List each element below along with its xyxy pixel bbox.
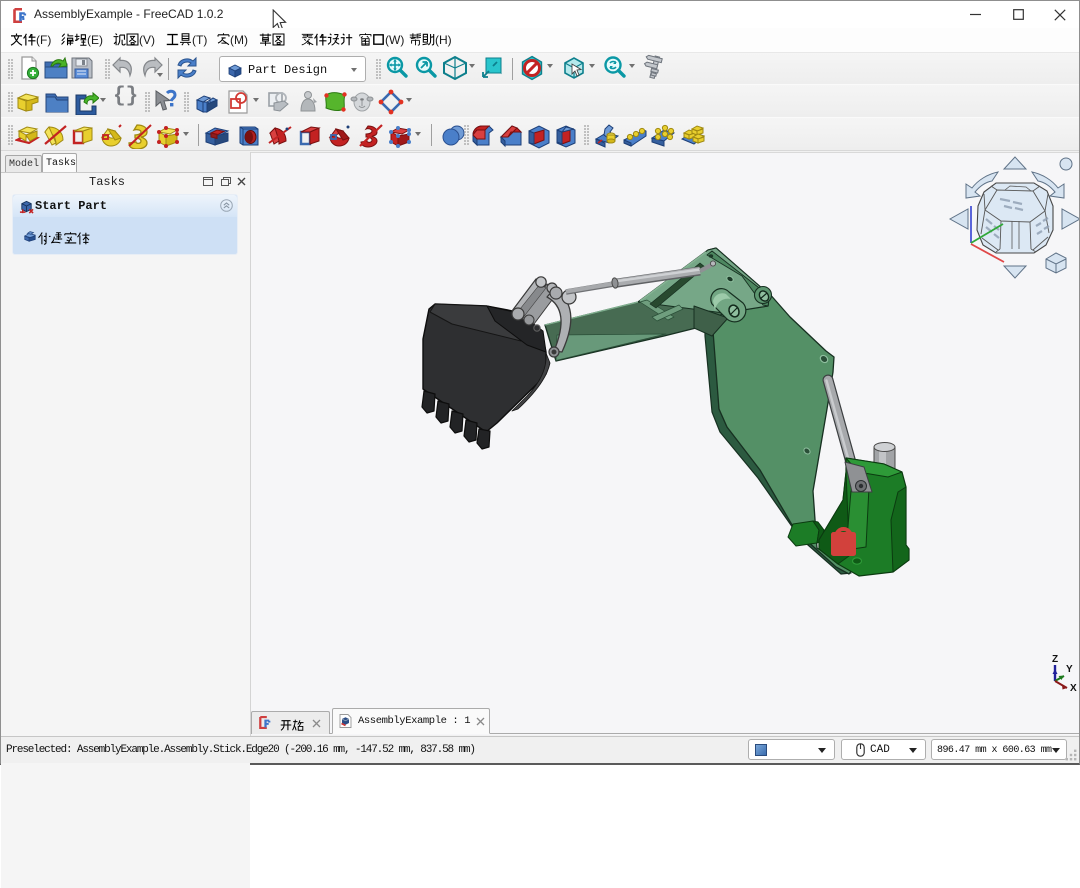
svg-text:Z: Z [1052,654,1058,665]
svg-text:Y: Y [1066,664,1073,675]
svg-text:X: X [1070,683,1077,694]
